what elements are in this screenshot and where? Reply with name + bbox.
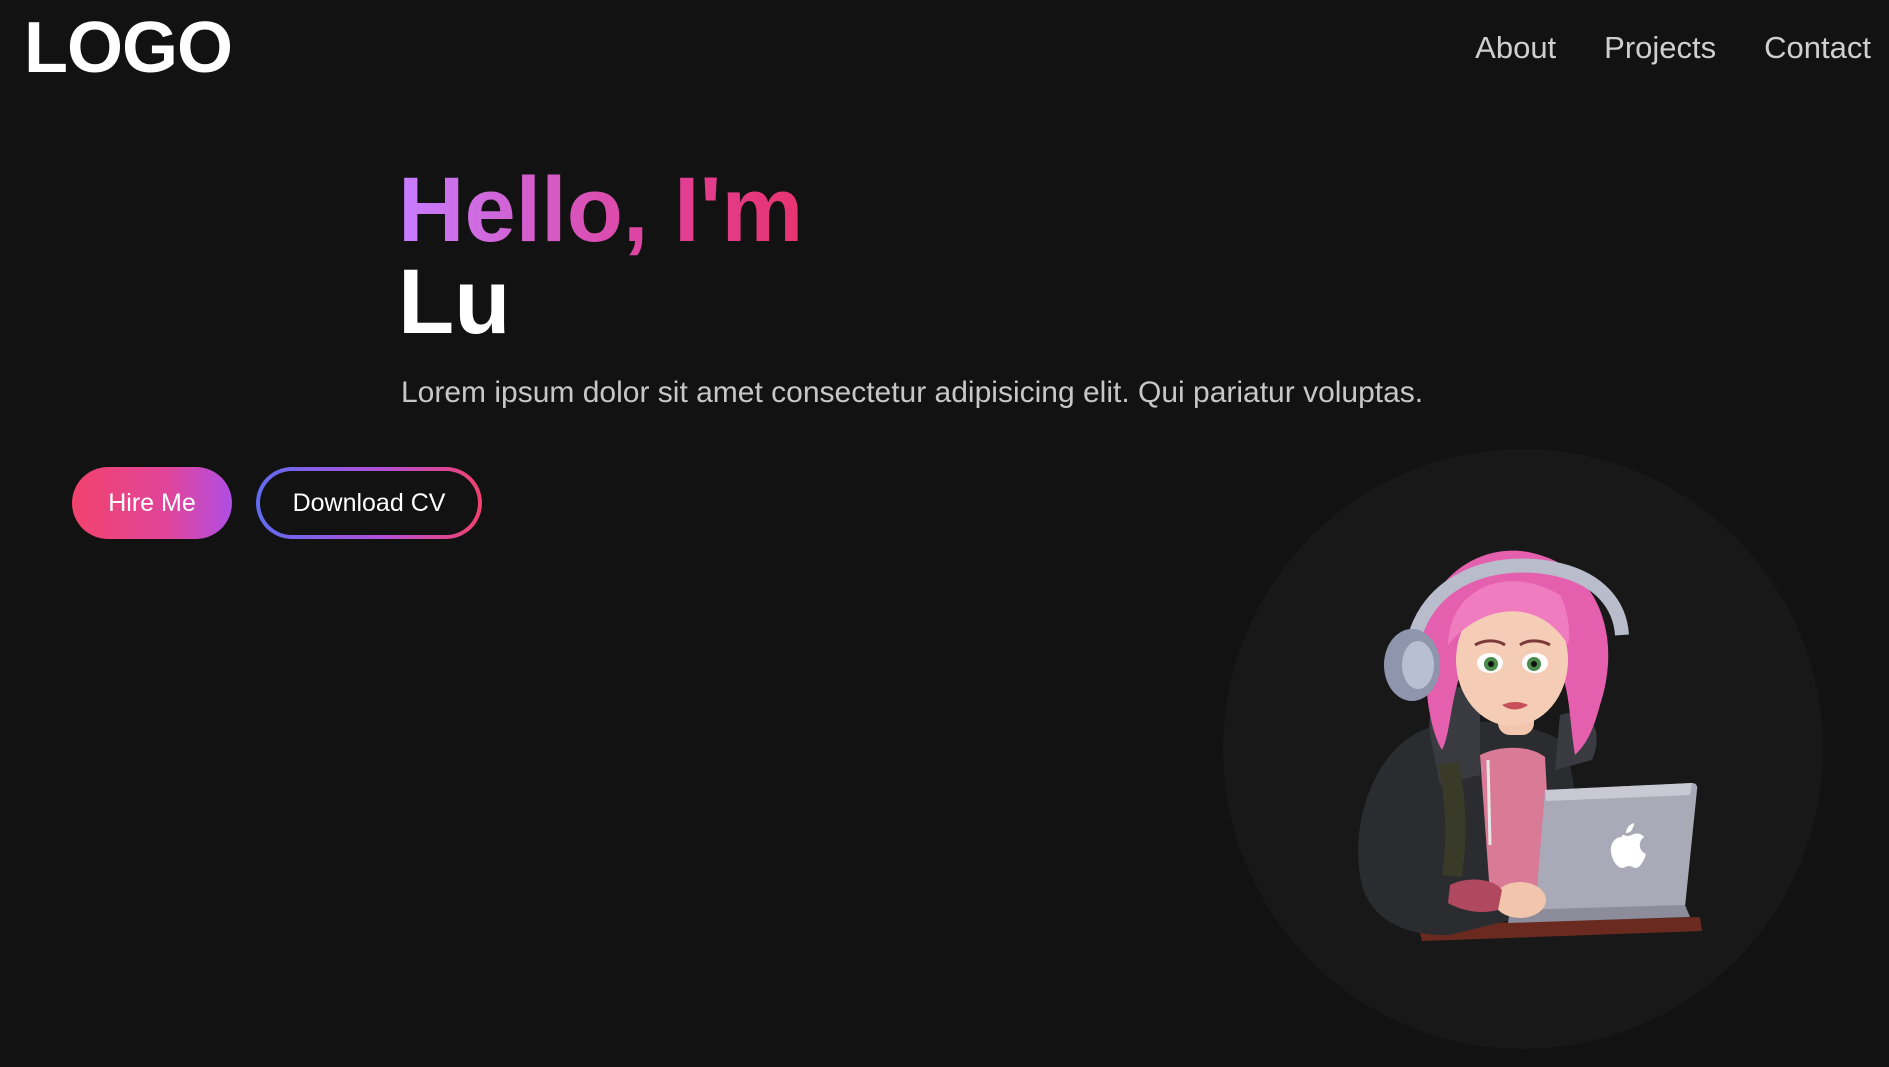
hero-description: Lorem ipsum dolor sit amet consectetur a…	[401, 376, 1424, 409]
nav-link-projects[interactable]: Projects	[1604, 26, 1716, 70]
right-pupil	[1531, 661, 1537, 667]
download-cv-button[interactable]: Download CV	[260, 471, 478, 535]
hero-greeting: Hello, I'm	[398, 159, 804, 261]
avatar-illustration	[1358, 550, 1702, 941]
hire-me-button[interactable]: Hire Me	[72, 467, 232, 539]
nav-link-contact[interactable]: Contact	[1764, 26, 1871, 70]
download-cv-button-border[interactable]: Download CV	[256, 467, 482, 539]
logo[interactable]: LOGO	[24, 6, 233, 90]
nav-link-about[interactable]: About	[1475, 26, 1556, 70]
portfolio-page: LOGO About Projects Contact Hello, I'm L…	[0, 0, 1889, 1067]
drawstring	[1486, 759, 1492, 846]
headphone-cup-inner	[1402, 641, 1434, 689]
left-pupil	[1488, 661, 1494, 667]
main-nav: About Projects Contact	[1475, 26, 1871, 70]
hero-name: Lu	[398, 251, 511, 353]
hand	[1494, 882, 1546, 918]
